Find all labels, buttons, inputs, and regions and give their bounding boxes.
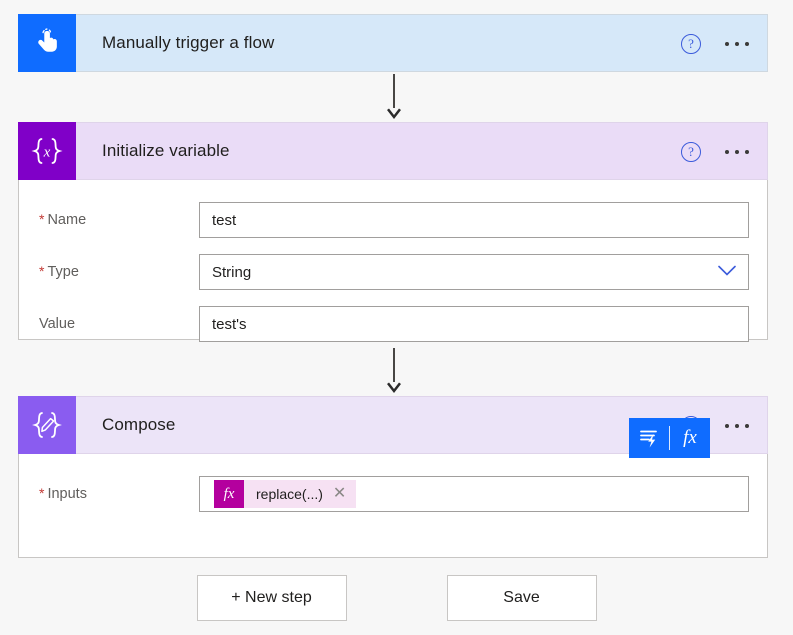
name-input[interactable]: test [199,202,749,238]
field-row-inputs: * Inputs fx replace(...) ✕ [19,468,767,520]
field-label-text: Type [47,264,79,280]
type-dropdown[interactable]: String [199,254,749,290]
card-body-compose: * Inputs fx replace(...) ✕ [18,454,768,558]
token-fx-icon: fx [214,480,244,508]
field-label-text: Value [39,316,76,332]
expression-token-chip[interactable]: fx replace(...) ✕ [214,480,357,508]
field-label-name: * Name [39,212,199,228]
chevron-down-icon[interactable] [718,264,736,281]
card-title-compose: Compose [102,415,176,434]
toolbar-divider [669,426,670,450]
ellipsis-dot [735,424,739,428]
ellipsis-dot [745,42,749,46]
field-row-name: * Name test [19,194,767,246]
required-asterisk: * [39,263,45,279]
more-options-icon[interactable] [721,144,753,160]
card-body-initialize-variable: * Name test * Type String Value test's [18,180,768,342]
type-dropdown-value: String [212,263,252,281]
inputs-field[interactable]: fx replace(...) ✕ [199,476,749,512]
required-asterisk: * [39,485,45,501]
save-button[interactable]: Save [446,575,597,621]
field-row-value: Value test's [19,298,767,350]
flow-card-compose[interactable]: Compose ? fx [18,396,768,558]
field-label-value: Value [39,316,199,332]
ellipsis-dot [725,424,729,428]
more-options-icon[interactable] [721,418,753,434]
value-input[interactable]: test's [199,306,749,342]
new-step-button[interactable]: + New step [196,575,347,621]
help-icon[interactable]: ? [681,34,701,54]
card-header-initialize-variable[interactable]: x Initialize variable ? [18,122,768,180]
required-asterisk: * [39,211,45,227]
ellipsis-dot [735,150,739,154]
token-close-icon[interactable]: ✕ [333,486,356,502]
expression-fx-label: fx [683,427,697,448]
flow-card-initialize-variable[interactable]: x Initialize variable ? * Name test * Ty… [18,122,768,342]
field-label-text: Inputs [47,486,87,502]
connector-arrow-2 [386,348,402,394]
card-header-actions-initialize-variable: ? [681,123,753,181]
token-label: replace(...) [256,486,323,502]
flow-designer-canvas: Manually trigger a flow ? x Initialize v… [0,0,793,635]
flow-card-trigger[interactable]: Manually trigger a flow ? [18,14,768,72]
ellipsis-dot [745,150,749,154]
ellipsis-dot [725,42,729,46]
name-input-value: test [212,211,237,229]
field-row-type: * Type String [19,246,767,298]
ellipsis-dot [735,42,739,46]
value-input-value: test's [212,315,247,333]
more-options-icon[interactable] [721,36,753,52]
card-header-compose[interactable]: Compose ? fx [18,396,768,458]
field-label-text: Name [47,212,87,228]
pointing-hand-icon [18,14,76,72]
svg-text:x: x [43,145,51,161]
expression-fx-icon[interactable]: fx [670,418,710,458]
ellipsis-dot [745,424,749,428]
field-label-type: * Type [39,264,199,280]
help-icon[interactable]: ? [681,142,701,162]
compose-pencil-braces-icon [18,396,76,454]
card-header-trigger[interactable]: Manually trigger a flow ? [18,14,768,72]
dynamic-content-toolbar[interactable]: fx [629,418,710,458]
ellipsis-dot [725,150,729,154]
card-title-trigger: Manually trigger a flow [102,33,275,52]
field-label-inputs: * Inputs [39,486,199,502]
card-header-actions-trigger: ? [681,15,753,73]
connector-arrow-1 [386,74,402,120]
dynamic-content-icon[interactable] [629,418,669,458]
card-title-initialize-variable: Initialize variable [102,141,230,160]
variable-braces-icon: x [18,122,76,180]
footer-actions: + New step Save [0,575,793,621]
